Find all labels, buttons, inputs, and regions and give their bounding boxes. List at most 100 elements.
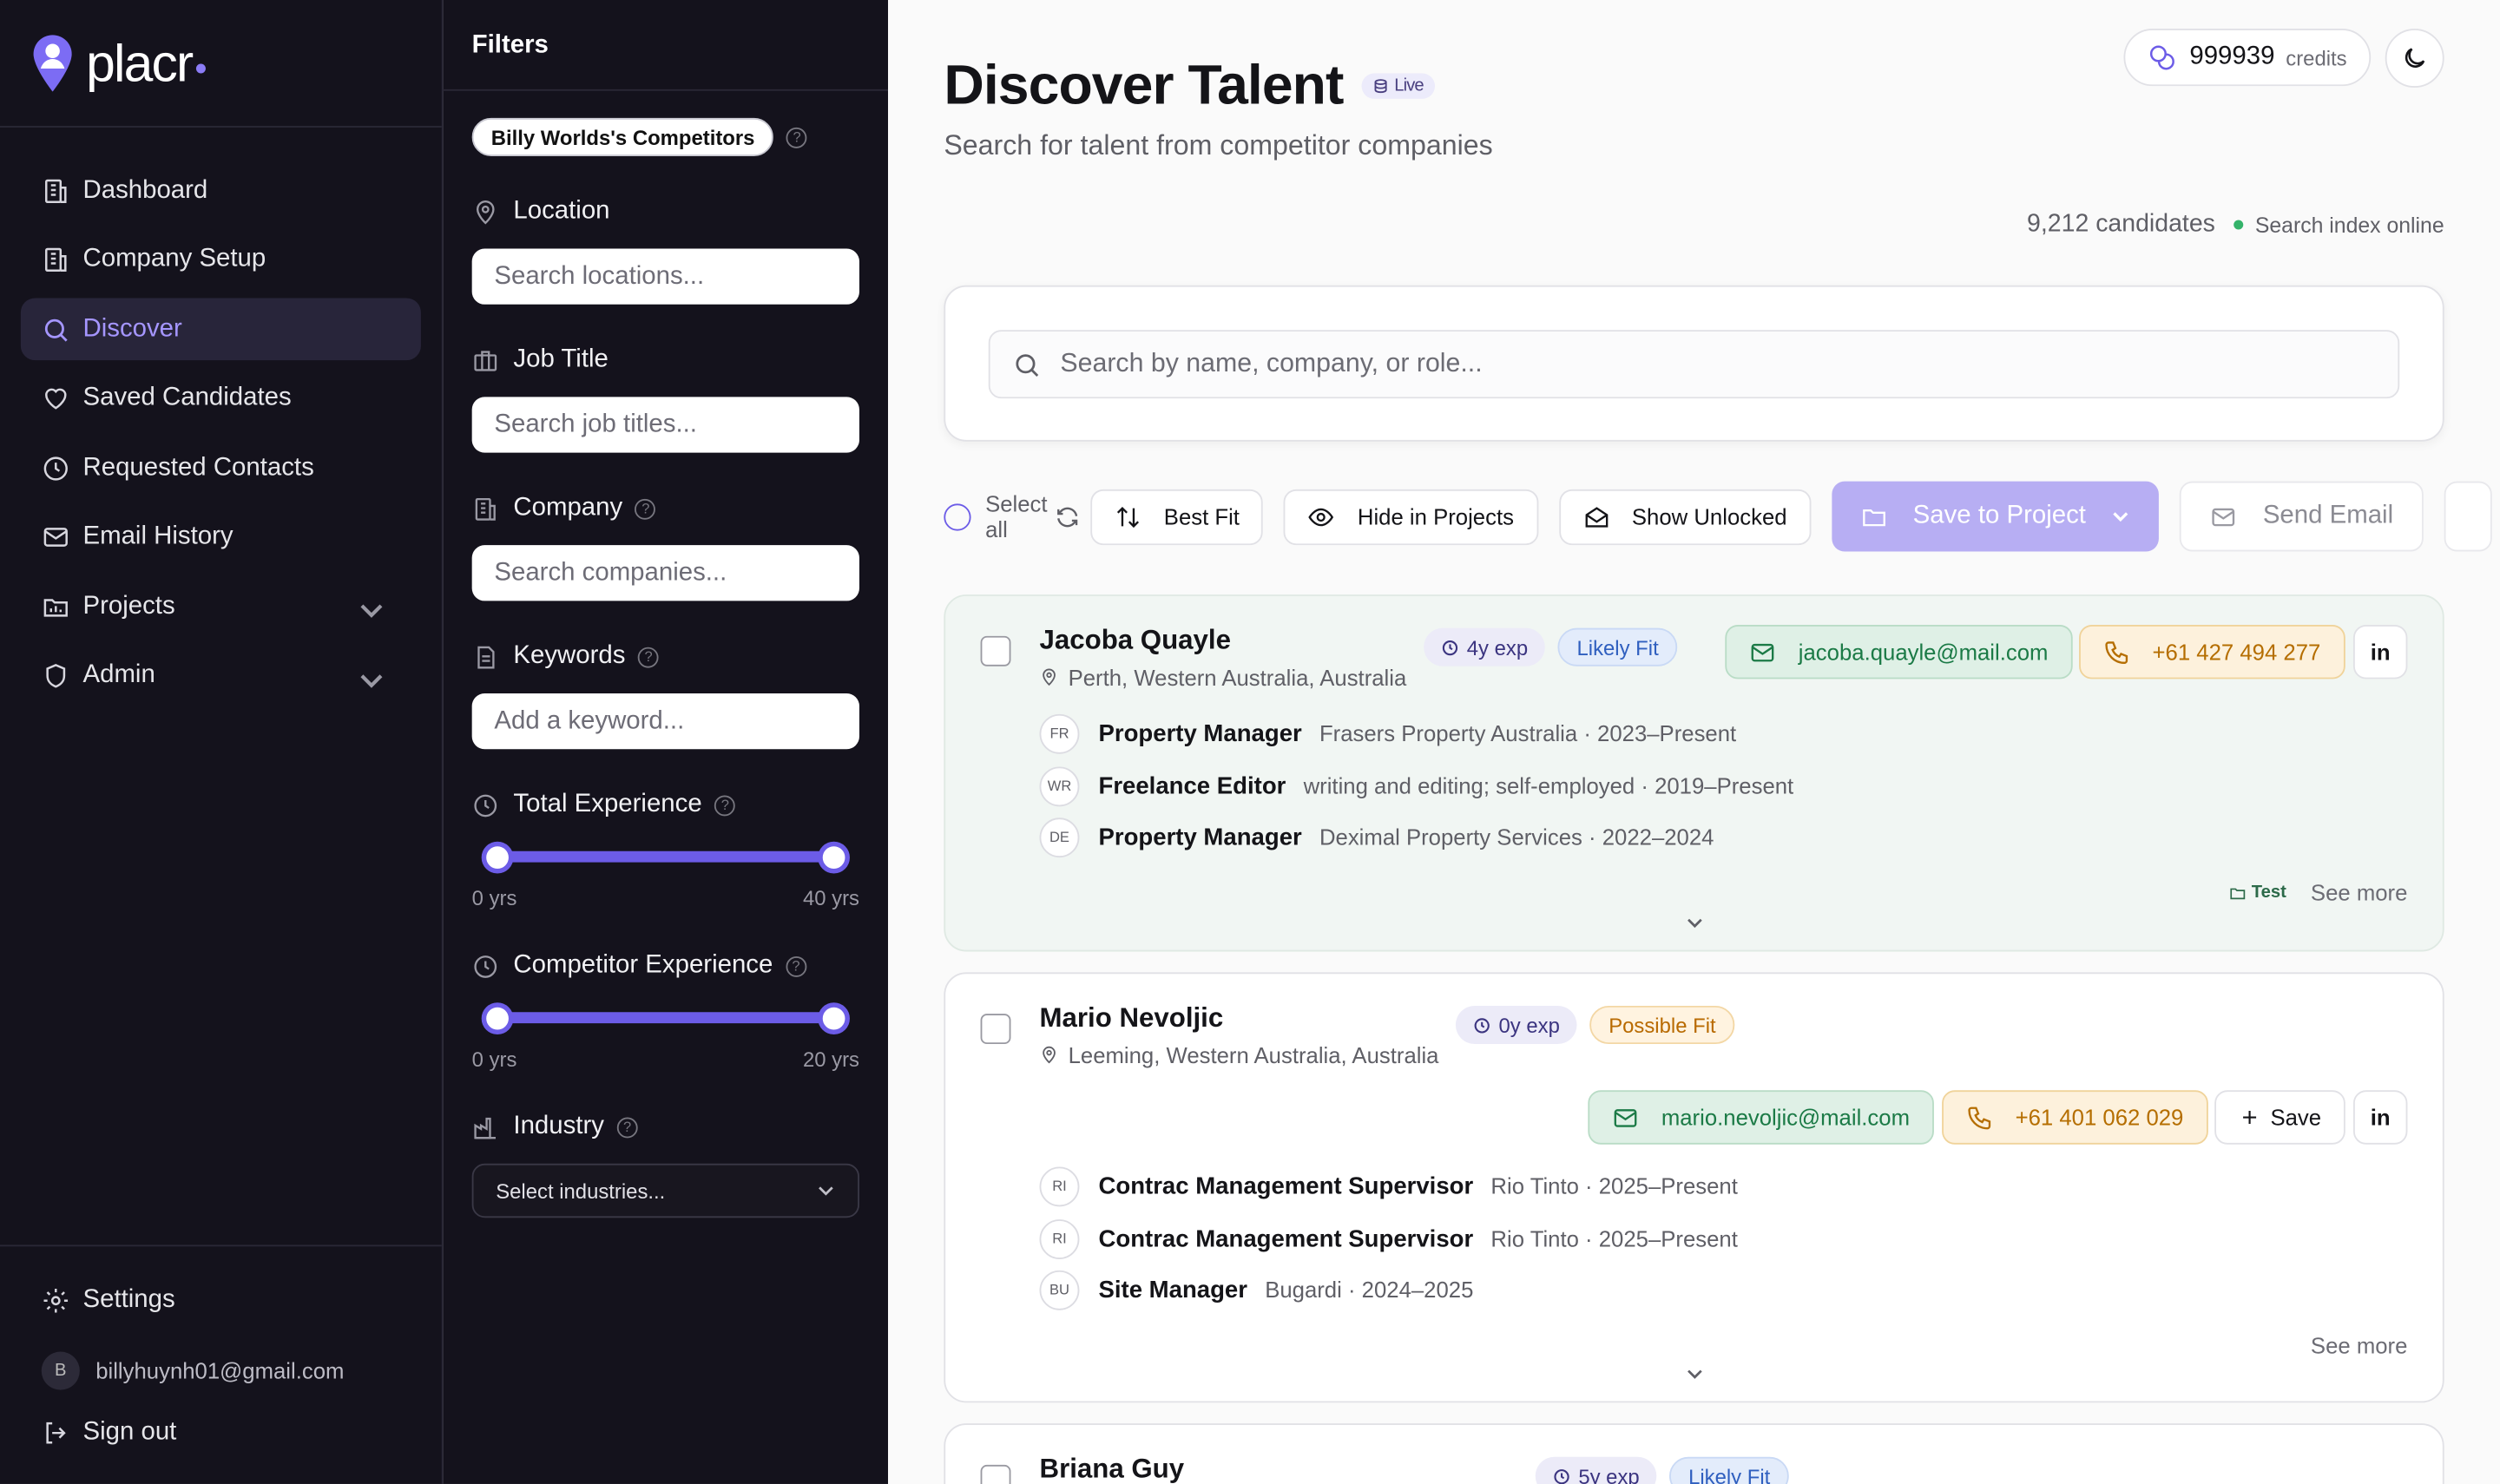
- candidate-card[interactable]: Jacoba Quayle Perth, Western Australia, …: [944, 594, 2444, 952]
- help-icon[interactable]: ?: [638, 646, 660, 667]
- location-input[interactable]: Search locations...: [471, 248, 859, 305]
- help-icon[interactable]: ?: [616, 1116, 638, 1138]
- hide-in-projects-button[interactable]: Hide in Projects: [1284, 488, 1538, 545]
- database-icon: [1373, 79, 1386, 94]
- help-icon[interactable]: ?: [635, 497, 656, 519]
- shield-icon: [46, 664, 66, 688]
- linkedin-button[interactable]: in: [2352, 624, 2408, 680]
- candidate-checkbox[interactable]: [980, 1014, 1011, 1045]
- nav-label: Discover: [82, 314, 182, 342]
- theme-toggle-button[interactable]: [2385, 29, 2444, 89]
- nav-item-company-setup[interactable]: Company Setup: [21, 229, 421, 292]
- slider-min-handle[interactable]: [481, 841, 514, 874]
- total-experience-slider[interactable]: [481, 841, 850, 874]
- phone-contact-button[interactable]: +61 401 062 029: [1942, 1090, 2207, 1145]
- refresh-icon[interactable]: [1054, 502, 1081, 529]
- linkedin-button[interactable]: in: [2352, 1090, 2408, 1145]
- job-title: Freelance Editor: [1098, 772, 1286, 800]
- linkedin-icon: in: [2370, 639, 2391, 665]
- map-pin-icon: [1043, 668, 1056, 686]
- job-title: Contrac Management Supervisor: [1098, 1172, 1474, 1200]
- send-email-button[interactable]: Send Email: [2180, 481, 2424, 552]
- competitor-chip[interactable]: Billy Worlds's Competitors: [471, 117, 774, 156]
- save-candidate-button[interactable]: Save: [2214, 1090, 2345, 1145]
- candidate-checkbox[interactable]: [980, 635, 1011, 666]
- chevron-down-icon[interactable]: [357, 666, 385, 694]
- nav-item-saved-candidates[interactable]: Saved Candidates: [21, 367, 421, 430]
- nav-item-dashboard[interactable]: Dashboard: [21, 160, 421, 222]
- phone-icon: [1968, 1106, 1991, 1129]
- show-unlocked-button[interactable]: Show Unlocked: [1558, 488, 1812, 545]
- select-all-radio[interactable]: [944, 502, 971, 530]
- slider-min-label: 0 yrs: [471, 1047, 517, 1072]
- briefcase-icon: [474, 350, 497, 371]
- keywords-input[interactable]: Add a keyword...: [471, 693, 859, 750]
- sidebar: placr Dashboard Company Setup Discover S…: [0, 0, 444, 1484]
- nav-item-projects[interactable]: Projects: [21, 575, 421, 638]
- credits-badge[interactable]: 999939 credits: [2124, 29, 2372, 87]
- candidate-card[interactable]: Mario Nevoljic Leeming, Western Australi…: [944, 972, 2444, 1403]
- job-entry: RI Contrac Management Supervisor Rio Tinto…: [1039, 1218, 1738, 1259]
- moon-icon: [2405, 48, 2425, 68]
- page-subtitle: Search for talent from competitor compan…: [944, 128, 1493, 161]
- email-contact-button[interactable]: jacoba.quayle@mail.com: [1725, 624, 2073, 680]
- folder-chart-icon: [43, 598, 68, 616]
- slider-max-label: 40 yrs: [802, 886, 859, 910]
- see-more-link[interactable]: See more: [2311, 880, 2407, 905]
- sign-out-button[interactable]: Sign out: [21, 1402, 421, 1464]
- candidate-name[interactable]: Briana Guy: [1040, 1454, 1185, 1484]
- folder-icon: [2230, 887, 2246, 899]
- candidate-name[interactable]: Jacoba Quayle: [1040, 625, 1231, 657]
- fit-badge: Possible Fit: [1589, 1005, 1735, 1045]
- nav-item-requested-contacts[interactable]: Requested Contacts: [21, 437, 421, 499]
- select-all-label[interactable]: Select all: [985, 491, 1057, 542]
- save-to-project-button[interactable]: Save to Project: [1831, 481, 2160, 552]
- nav-item-settings[interactable]: Settings: [21, 1269, 421, 1331]
- slider-max-label: 20 yrs: [802, 1047, 859, 1072]
- gear-icon: [43, 1288, 69, 1312]
- clock-icon: [474, 793, 497, 817]
- help-icon[interactable]: ?: [786, 955, 806, 976]
- project-tag[interactable]: Test: [2229, 883, 2286, 903]
- slider-min-handle[interactable]: [481, 1002, 514, 1035]
- company-logo: DE: [1039, 817, 1080, 857]
- job-title: Contrac Management Supervisor: [1098, 1225, 1474, 1252]
- job-detail: Frasers Property Australia · 2023–Presen…: [1319, 720, 1737, 746]
- nav-item-admin[interactable]: Admin: [21, 645, 421, 707]
- phone-icon: [2105, 640, 2128, 664]
- user-account[interactable]: B billyhuynh01@gmail.com: [21, 1338, 421, 1402]
- competitor-experience-slider[interactable]: [481, 1002, 850, 1035]
- clock-icon: [474, 955, 497, 977]
- nav-label: Dashboard: [82, 175, 208, 204]
- email-contact-button[interactable]: mario.nevoljic@mail.com: [1588, 1090, 1934, 1145]
- folder-icon: [1862, 509, 1885, 526]
- industry-select[interactable]: Select industries...: [471, 1163, 859, 1218]
- chevron-down-icon[interactable]: [1684, 913, 1703, 932]
- candidate-name[interactable]: Mario Nevoljic: [1040, 1002, 1224, 1034]
- slider-max-handle[interactable]: [818, 1002, 850, 1035]
- sort-best-fit-button[interactable]: Best Fit: [1090, 488, 1264, 545]
- search-input[interactable]: Search by name, company, or role...: [988, 330, 2400, 399]
- job-entry: RI Contrac Management Supervisor Rio Tinto…: [1039, 1166, 1738, 1207]
- candidate-card[interactable]: Briana Guy 5y exp Likely Fit: [944, 1423, 2444, 1484]
- chevron-down-icon[interactable]: [357, 596, 385, 625]
- company-input[interactable]: Search companies...: [471, 545, 859, 601]
- clock-icon: [43, 456, 68, 480]
- see-more-link[interactable]: See more: [2311, 1332, 2407, 1357]
- mail-icon: [1614, 1108, 1637, 1126]
- more-actions-button[interactable]: [2444, 481, 2492, 552]
- sort-arrows-icon: [1116, 506, 1140, 528]
- nav-item-email-history[interactable]: Email History: [21, 506, 421, 568]
- experience-badge: 4y exp: [1424, 627, 1546, 666]
- candidate-checkbox[interactable]: [980, 1464, 1011, 1484]
- job-entry: FR Property Manager Frasers Property Austr…: [1039, 712, 1737, 754]
- job-title-input[interactable]: Search job titles...: [471, 397, 859, 453]
- help-icon[interactable]: ?: [786, 127, 808, 148]
- help-icon[interactable]: ?: [714, 794, 736, 816]
- experience-badge: 5y exp: [1535, 1456, 1657, 1484]
- chevron-down-icon: [819, 1186, 833, 1196]
- nav-item-discover[interactable]: Discover: [20, 298, 421, 361]
- phone-contact-button[interactable]: +61 427 494 277: [2079, 624, 2345, 680]
- chevron-down-icon[interactable]: [1684, 1364, 1703, 1383]
- slider-max-handle[interactable]: [818, 841, 850, 874]
